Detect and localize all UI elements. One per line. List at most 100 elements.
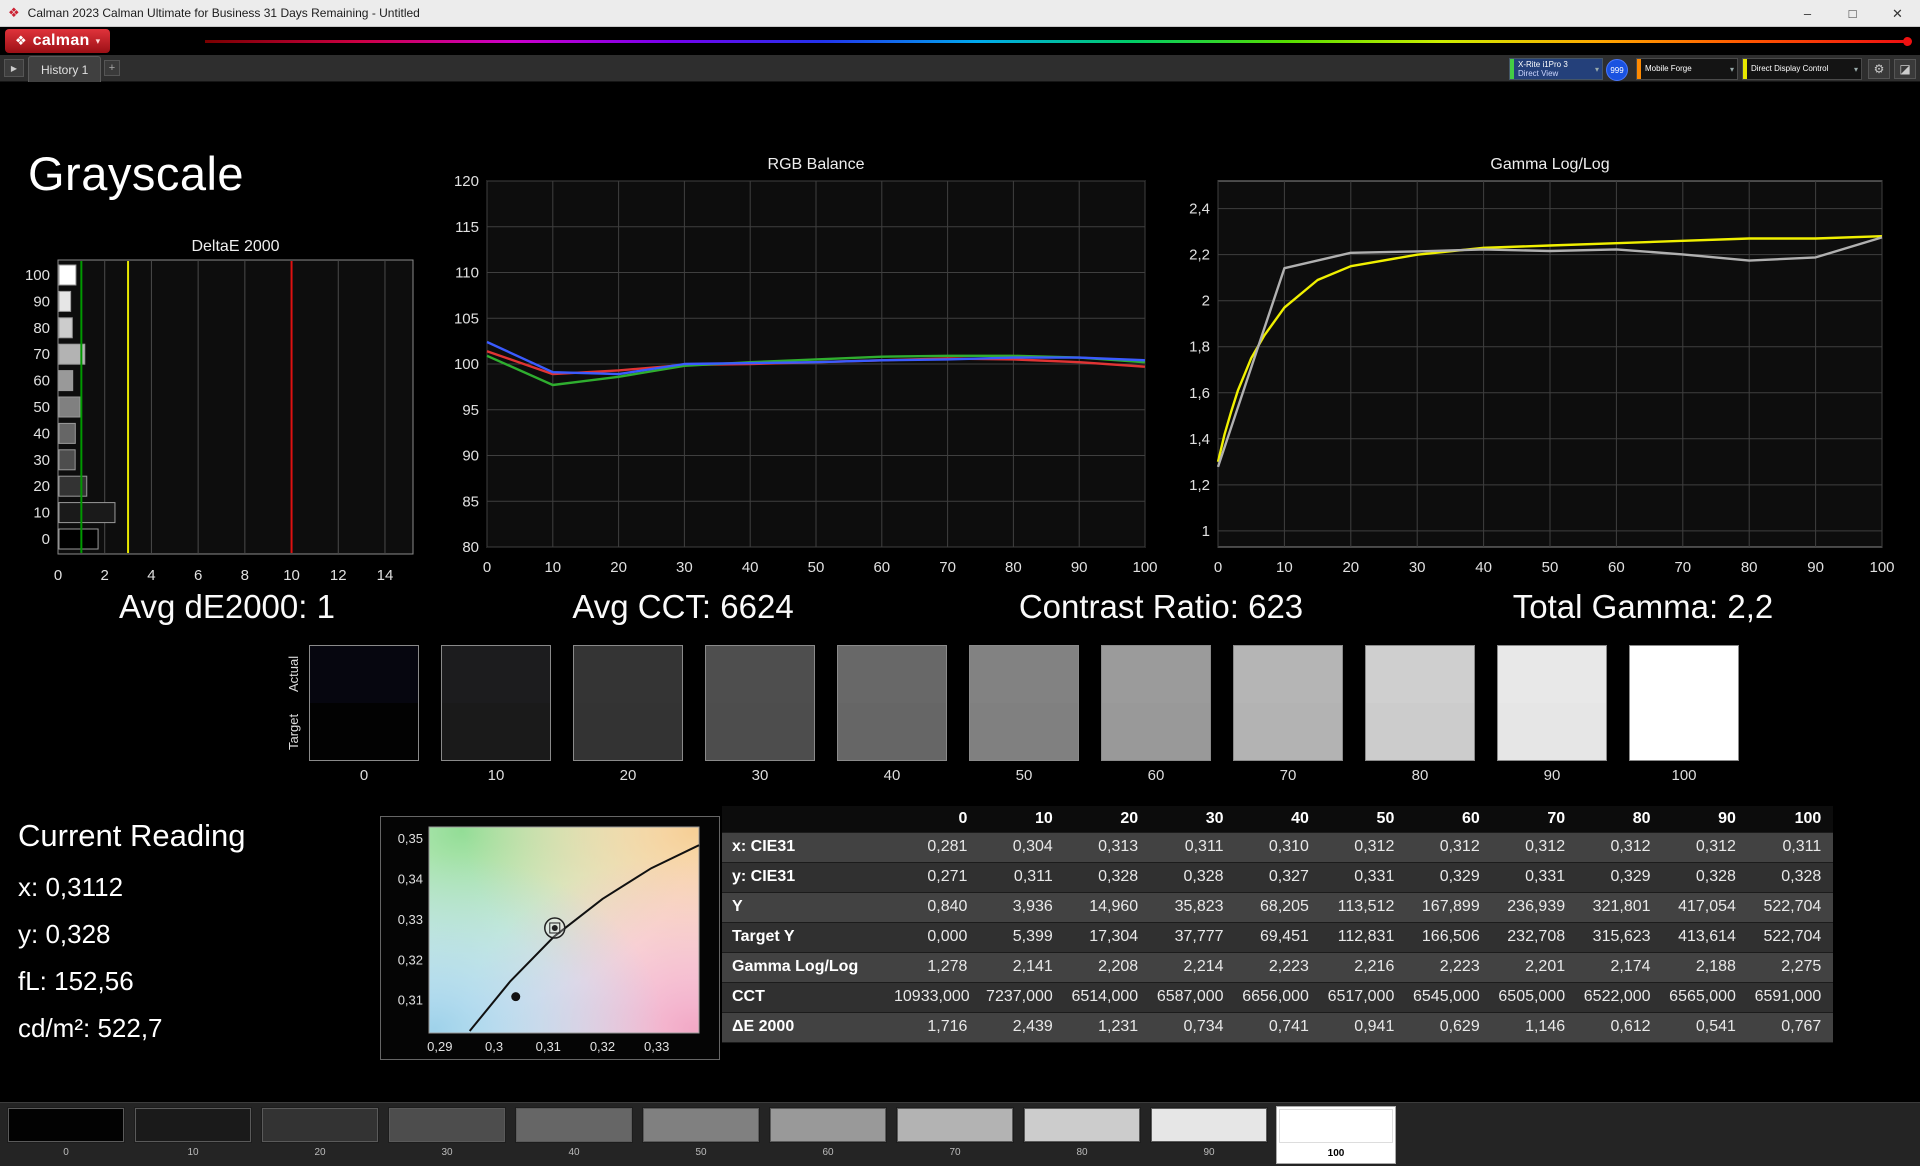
axis-label: 2,4 (1189, 201, 1210, 218)
table-cell: 0,331 (1492, 862, 1577, 892)
table-cell: 2,216 (1321, 952, 1406, 982)
axis-label: 80 (33, 320, 50, 337)
pattern-patch-70[interactable]: 70 (895, 1106, 1015, 1164)
axis-label: 115 (455, 219, 479, 236)
swatch-box (309, 645, 419, 761)
table-cell: 6656,000 (1236, 982, 1321, 1012)
table-cell: 417,054 (1663, 892, 1748, 922)
close-button[interactable]: ✕ (1875, 0, 1920, 27)
meter-labels: X-Rite i1Pro 3 Direct View (1514, 60, 1595, 78)
minimize-button[interactable]: – (1785, 0, 1830, 27)
table-cell: 0,941 (1321, 1012, 1406, 1042)
swatch-box (573, 645, 683, 761)
chevron-down-icon: ▾ (96, 36, 101, 47)
axis-label: 80 (1741, 559, 1758, 576)
swatch-level-label: 90 (1497, 767, 1607, 784)
axis-label: 60 (1608, 559, 1625, 576)
pattern-patch-40[interactable]: 40 (514, 1106, 634, 1164)
axis-label: 1 (1202, 523, 1210, 540)
table-cell: 0,629 (1406, 1012, 1491, 1042)
reading-cdm2: cd/m²: 522,7 (18, 1013, 163, 1044)
add-tab-button[interactable]: + (104, 60, 120, 76)
tab-history-1[interactable]: History 1 (28, 56, 101, 82)
pattern-patch-80[interactable]: 80 (1022, 1106, 1142, 1164)
chevron-down-icon: ▾ (1730, 65, 1737, 74)
patch-label: 10 (135, 1147, 251, 1158)
display-control-dropdown[interactable]: Direct Display Control ▾ (1742, 58, 1862, 80)
table-cell: 321,801 (1577, 892, 1662, 922)
patch-color (262, 1108, 378, 1142)
gear-icon[interactable]: ⚙ (1868, 59, 1890, 79)
calman-app-window: ❖ Calman 2023 Calman Ultimate for Busine… (0, 0, 1920, 1166)
axis-label: 95 (462, 402, 479, 419)
axis-label: 0,35 (398, 831, 423, 846)
axis-label: 0,31 (398, 993, 423, 1008)
table-row-x-cie31: x: CIE310,2810,3040,3130,3110,3100,3120,… (722, 832, 1833, 862)
pattern-patch-20[interactable]: 20 (260, 1106, 380, 1164)
table-cell: 0,310 (1236, 832, 1321, 862)
window-titlebar: ❖ Calman 2023 Calman Ultimate for Busine… (0, 0, 1920, 27)
chart-title: Gamma Log/Log (1490, 156, 1609, 173)
table-cell: 0,328 (1065, 862, 1150, 892)
deltae-bar-40 (59, 423, 75, 443)
stat-avg-cct: Avg CCT: 6624 (572, 588, 793, 626)
swatch-actual (1498, 646, 1606, 703)
swatch-box (1629, 645, 1739, 761)
swatch-level-label: 60 (1101, 767, 1211, 784)
patch-label: 50 (643, 1147, 759, 1158)
table-cell: 0,311 (1748, 832, 1833, 862)
table-column-header: 90 (1663, 806, 1748, 832)
table-cell: 6514,000 (1065, 982, 1150, 1012)
maximize-button[interactable]: □ (1830, 0, 1875, 27)
table-row-y: Y0,8403,93614,96035,82368,205113,512167,… (722, 892, 1833, 922)
grayscale-swatch-50: 50 (969, 645, 1079, 784)
axis-label: 40 (1475, 559, 1492, 576)
patch-label: 70 (897, 1147, 1013, 1158)
source-dropdown[interactable]: Mobile Forge ▾ (1636, 58, 1738, 80)
axis-label: 100 (25, 267, 50, 284)
table-cell: 0,328 (1150, 862, 1235, 892)
pattern-patch-50[interactable]: 50 (641, 1106, 761, 1164)
calman-logo-button[interactable]: ❖ calman ▾ (5, 29, 110, 53)
pattern-patch-0[interactable]: 0 (6, 1106, 126, 1164)
axis-label: 70 (33, 346, 50, 363)
rainbow-end-dot (1903, 37, 1912, 46)
pattern-patch-100[interactable]: 100 (1276, 1106, 1396, 1164)
table-column-header: 70 (1492, 806, 1577, 832)
axis-label: 60 (873, 559, 890, 576)
meter-dropdown[interactable]: X-Rite i1Pro 3 Direct View ▾ (1509, 58, 1603, 80)
reading-y: y: 0,328 (18, 919, 111, 950)
sidebar-expander-button[interactable]: ▶ (4, 59, 24, 77)
axis-label: 0,33 (398, 912, 423, 927)
axis-label: 90 (1807, 559, 1824, 576)
swatch-target (1102, 703, 1210, 760)
pattern-patch-10[interactable]: 10 (133, 1106, 253, 1164)
stat-total-gamma: Total Gamma: 2,2 (1513, 588, 1773, 626)
patch-label: 60 (770, 1147, 886, 1158)
axis-label: 0 (483, 559, 491, 576)
table-cell: 0,311 (979, 862, 1064, 892)
table-column-header: 40 (1236, 806, 1321, 832)
swatch-box (1101, 645, 1211, 761)
rgb-balance-chart: 0102030405060708090100808590951001051101… (440, 148, 1180, 600)
pattern-patch-90[interactable]: 90 (1149, 1106, 1269, 1164)
patch-label: 80 (1024, 1147, 1140, 1158)
cie-chromaticity-chart: 0,310,320,330,340,350,290,30,310,320,33 (380, 816, 720, 1060)
deltae-2000-chart: 02468101214DeltaE 2000100908070605040302… (8, 232, 468, 604)
pattern-patch-30[interactable]: 30 (387, 1106, 507, 1164)
gamma-loglog-chart: 010203040506070809010011,21,41,61,822,22… (1170, 148, 1920, 600)
layout-panel-icon[interactable]: ◪ (1894, 59, 1916, 79)
axis-label: 0,3 (485, 1039, 503, 1054)
swatch-target (706, 703, 814, 760)
deltae-bar-0 (59, 529, 98, 549)
table-cell: 2,214 (1150, 952, 1235, 982)
axis-label: 100 (454, 356, 479, 373)
table-cell: 0,840 (894, 892, 979, 922)
table-cell: 166,506 (1406, 922, 1491, 952)
pattern-patch-60[interactable]: 60 (768, 1106, 888, 1164)
table-cell: 0,312 (1663, 832, 1748, 862)
axis-label: 0,31 (536, 1039, 561, 1054)
axis-label: 0,33 (644, 1039, 669, 1054)
axis-label: 1,2 (1189, 477, 1210, 494)
patch-color (8, 1108, 124, 1142)
